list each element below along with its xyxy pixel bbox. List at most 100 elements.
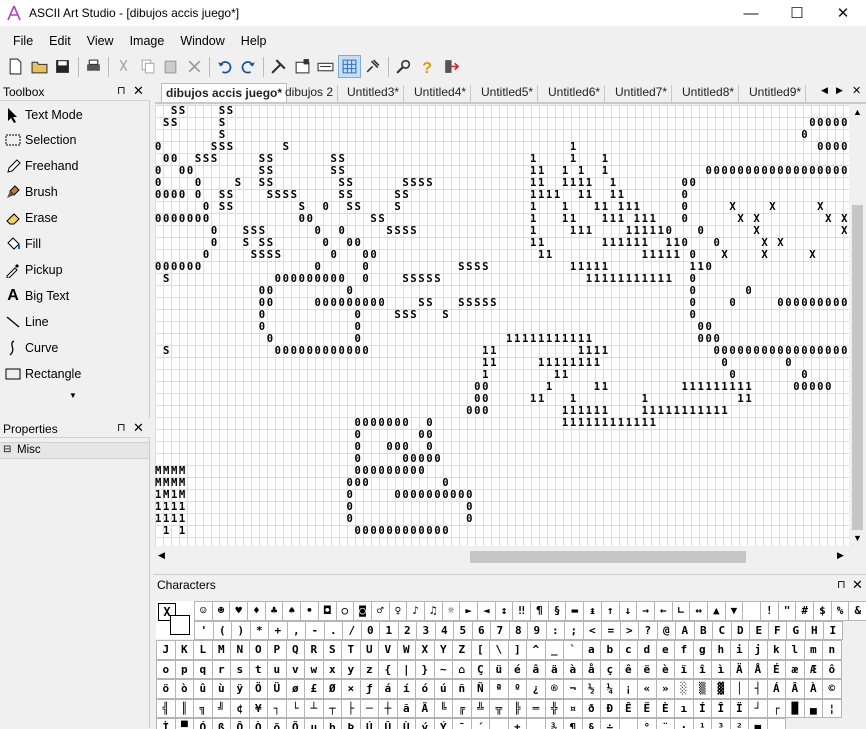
undo-icon[interactable] <box>213 55 236 78</box>
character-cell[interactable]: A <box>675 620 695 640</box>
pin-icon[interactable]: ⊓ <box>117 84 126 97</box>
character-cell[interactable]: x <box>322 659 342 679</box>
character-cell[interactable]: ┴ <box>304 698 324 718</box>
close-icon[interactable]: ✕ <box>133 420 144 436</box>
character-cell[interactable]: ♪ <box>406 601 425 621</box>
character-cell[interactable]: ◄ <box>477 601 496 621</box>
horizontal-scroll-thumb[interactable] <box>470 551 746 563</box>
character-cell[interactable]: * <box>249 620 269 640</box>
keyboard-icon[interactable] <box>314 55 337 78</box>
character-cell[interactable]: ↓ <box>618 601 638 621</box>
character-cell[interactable]: ? <box>638 620 658 640</box>
print-icon[interactable] <box>82 55 105 78</box>
tool-curve[interactable]: Curve <box>4 337 146 359</box>
close-icon[interactable]: ✕ <box>133 83 144 99</box>
character-cell[interactable]: ö <box>156 679 176 699</box>
character-cell[interactable]: ì <box>711 659 731 679</box>
minimize-button[interactable]: — <box>728 0 774 26</box>
character-cell[interactable]: Q <box>285 640 305 660</box>
character-cell[interactable]: è <box>655 659 675 679</box>
character-cell[interactable]: é <box>507 659 527 679</box>
character-cell[interactable]: § <box>547 601 567 621</box>
character-cell[interactable]: ! <box>760 601 779 621</box>
character-cell[interactable]: D <box>730 620 750 640</box>
character-cell[interactable]: È <box>655 698 675 718</box>
character-cell[interactable]: £ <box>304 679 324 699</box>
character-cell[interactable]: M <box>211 640 231 660</box>
tools-icon[interactable] <box>267 55 290 78</box>
tool-line[interactable]: Line <box>4 311 146 333</box>
character-cell[interactable]: ■ <box>748 718 768 729</box>
character-cell[interactable]: @ <box>656 620 676 640</box>
character-cell[interactable]: õ <box>267 718 287 729</box>
scroll-right-icon[interactable]: ▶ <box>837 550 844 561</box>
character-cell[interactable]: B <box>693 620 713 640</box>
character-cell[interactable]: ÿ <box>230 679 250 699</box>
character-cell[interactable]: ‗ <box>526 718 546 729</box>
character-cell[interactable]: V <box>378 640 398 660</box>
character-cell[interactable]: │ <box>729 679 749 699</box>
more-tools-arrow-icon[interactable]: ▼ <box>69 391 77 400</box>
character-cell[interactable]: Ô <box>230 718 250 729</box>
character-cell[interactable]: ◙ <box>353 601 372 621</box>
character-cell[interactable]: ╚ <box>433 698 453 718</box>
character-cell[interactable]: % <box>830 601 850 621</box>
save-icon[interactable] <box>51 55 74 78</box>
character-cell[interactable]: ÷ <box>600 718 620 729</box>
character-cell[interactable]: ª <box>489 679 509 699</box>
tab-untitled8[interactable]: Untitled8* <box>678 85 740 102</box>
character-cell[interactable]: a <box>581 640 601 660</box>
character-cell[interactable]: Ó <box>193 718 213 729</box>
menu-image[interactable]: Image <box>122 32 173 50</box>
character-cell[interactable]: ı <box>674 698 694 718</box>
character-cell[interactable]: ♂ <box>370 601 390 621</box>
character-cell[interactable]: 2 <box>397 620 417 640</box>
character-cell[interactable]: p <box>174 659 194 679</box>
character-cell[interactable]: } <box>415 659 435 679</box>
character-cell[interactable]: o <box>156 659 176 679</box>
character-cell[interactable]: - <box>305 620 325 640</box>
character-cell[interactable]: Z <box>452 640 472 660</box>
character-cell[interactable]: [ <box>470 640 490 660</box>
character-cell[interactable]: ê <box>618 659 638 679</box>
character-cell[interactable]: º <box>507 679 527 699</box>
character-cell[interactable]: ¥ <box>248 698 268 718</box>
character-cell[interactable]: t <box>248 659 268 679</box>
character-cell[interactable]: └ <box>285 698 305 718</box>
tool-big-text[interactable]: A Big Text <box>4 285 146 307</box>
character-cell[interactable]: ´ <box>470 718 490 729</box>
character-cell[interactable]: ç <box>600 659 620 679</box>
cut-icon[interactable] <box>112 55 135 78</box>
character-cell[interactable]: > <box>619 620 639 640</box>
character-cell[interactable]: u <box>267 659 287 679</box>
close-button[interactable]: ✕ <box>820 0 866 26</box>
character-cell[interactable]: É <box>766 659 786 679</box>
character-cell[interactable]: Ý <box>433 718 453 729</box>
character-cell[interactable]: ▬ <box>565 601 585 621</box>
character-cell[interactable]: × <box>341 679 361 699</box>
character-cell[interactable]: á <box>378 679 398 699</box>
character-cell[interactable]: Ø <box>322 679 342 699</box>
character-cell[interactable]: Û <box>378 718 398 729</box>
character-cell[interactable]: À <box>803 679 823 699</box>
character-cell[interactable]: z <box>359 659 379 679</box>
character-cell[interactable]: . <box>323 620 343 640</box>
character-cell[interactable]: ò <box>174 679 194 699</box>
character-cell[interactable]: q <box>193 659 213 679</box>
character-cell[interactable]: ( <box>212 620 232 640</box>
character-cell[interactable]: ½ <box>581 679 601 699</box>
character-cell[interactable]: « <box>637 679 657 699</box>
character-cell[interactable]: ↔ <box>689 601 708 621</box>
pin-icon[interactable]: ⊓ <box>837 578 846 591</box>
character-cell[interactable]: m <box>803 640 823 660</box>
character-cell[interactable]: v <box>285 659 305 679</box>
character-cell[interactable]: ♠ <box>282 601 302 621</box>
character-cell[interactable]: ↑ <box>600 601 620 621</box>
character-cell[interactable]: » <box>655 679 675 699</box>
character-cell[interactable]: ← <box>653 601 673 621</box>
tool-fill[interactable]: Fill <box>4 233 146 255</box>
character-cell[interactable]: F <box>767 620 787 640</box>
character-cell[interactable]: ‼ <box>512 601 532 621</box>
character-cell[interactable]: ▓ <box>711 679 731 699</box>
tab-next-icon[interactable]: ▶ <box>836 85 843 96</box>
